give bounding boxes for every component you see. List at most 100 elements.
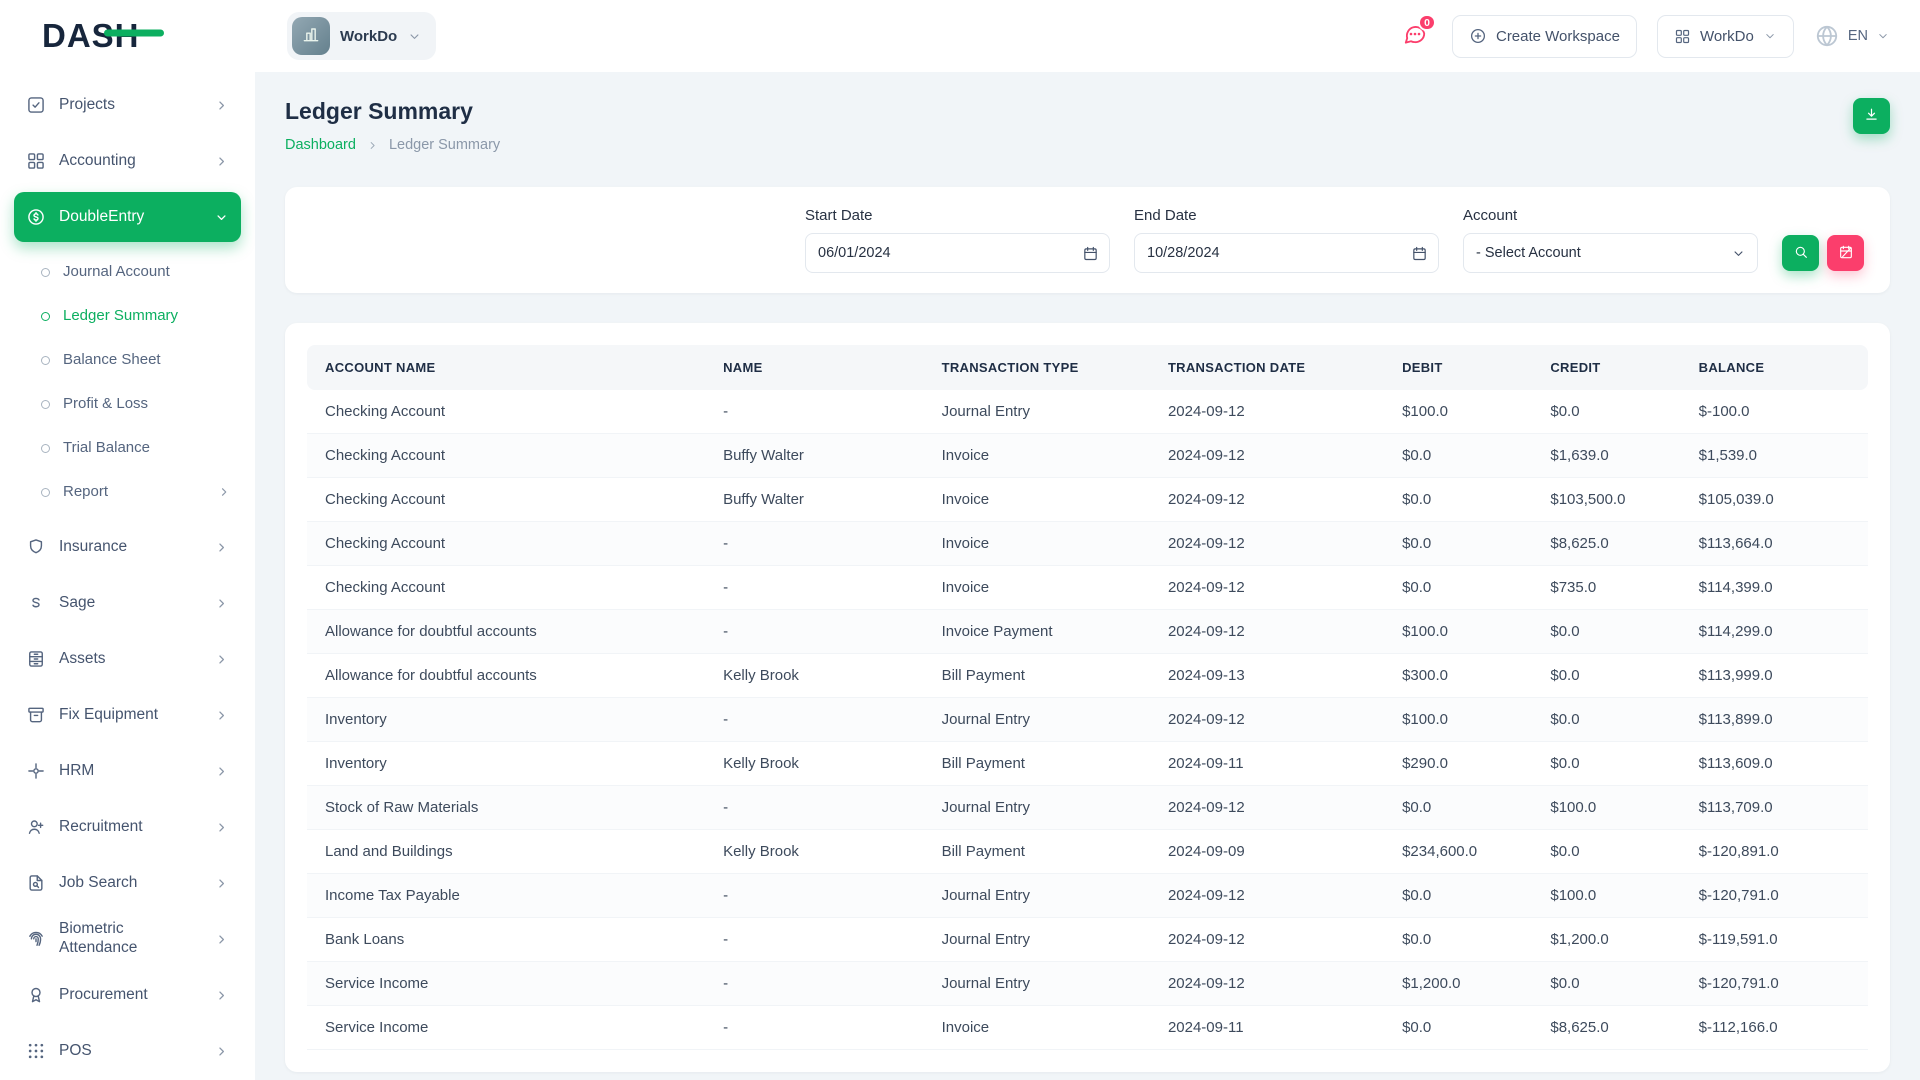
table-cell: Kelly Brook: [705, 654, 924, 698]
workspace-icon: [292, 17, 330, 55]
workspace-name: WorkDo: [340, 28, 397, 45]
sidebar-item-job-search[interactable]: Job Search: [14, 858, 241, 908]
table-cell: -: [705, 962, 924, 1006]
table-cell: $105,039.0: [1681, 478, 1868, 522]
sidebar-item-pos[interactable]: POS: [14, 1026, 241, 1076]
table-cell: $0.0: [1384, 918, 1532, 962]
sidebar-item-accounting[interactable]: Accounting: [14, 136, 241, 186]
table-cell: 2024-09-11: [1150, 1006, 1384, 1050]
table-cell: $-112,166.0: [1681, 1006, 1868, 1050]
chevron-right-icon: [214, 932, 229, 947]
sidebar-subitem-journal-account[interactable]: Journal Account: [14, 250, 241, 294]
breadcrumb-dashboard-link[interactable]: Dashboard: [285, 137, 356, 153]
main-content: Ledger Summary Dashboard Ledger Summary …: [255, 0, 1920, 1080]
sidebar-item-insurance[interactable]: Insurance: [14, 522, 241, 572]
sidebar-subitem-ledger-summary[interactable]: Ledger Summary: [14, 294, 241, 338]
search-icon: [1793, 244, 1809, 263]
globe-icon: [1814, 23, 1840, 49]
table-body: Checking Account-Journal Entry2024-09-12…: [307, 390, 1868, 1050]
s-curve-icon: [26, 593, 46, 613]
table-row: Allowance for doubtful accountsKelly Bro…: [307, 654, 1868, 698]
fingerprint-icon: [26, 929, 46, 949]
end-date-label: End Date: [1134, 207, 1439, 224]
table-cell: Journal Entry: [924, 874, 1150, 918]
sidebar-subitem-profit-loss[interactable]: Profit & Loss: [14, 382, 241, 426]
workspace-menu-button[interactable]: WorkDo: [1657, 15, 1794, 58]
sidebar-item-biometric-attendance[interactable]: Biometric Attendance: [14, 914, 241, 964]
table-cell: $1,200.0: [1384, 962, 1532, 1006]
user-plus-icon: [26, 817, 46, 837]
table-cell: $0.0: [1384, 522, 1532, 566]
reset-filter-button[interactable]: [1827, 235, 1864, 271]
sidebar-item-projects[interactable]: Projects: [14, 80, 241, 130]
sidebar-item-label: Fix Equipment: [59, 706, 201, 725]
create-workspace-button[interactable]: Create Workspace: [1452, 15, 1637, 58]
table-cell: Stock of Raw Materials: [307, 786, 705, 830]
table-row: Checking Account-Invoice2024-09-12$0.0$7…: [307, 566, 1868, 610]
download-button[interactable]: [1853, 98, 1890, 134]
end-date-wrap: [1134, 233, 1439, 273]
workspace-switcher[interactable]: WorkDo: [287, 12, 436, 60]
sidebar-subitem-report[interactable]: Report: [14, 470, 241, 514]
calendar-off-icon: [1838, 244, 1854, 263]
column-header-account-name: ACCOUNT NAME: [307, 345, 705, 390]
dots-grid-icon: [26, 1041, 46, 1061]
file-search-icon: [26, 873, 46, 893]
table-cell: $113,899.0: [1681, 698, 1868, 742]
sidebar-item-recruitment[interactable]: Recruitment: [14, 802, 241, 852]
start-date-input[interactable]: [805, 233, 1110, 273]
sidebar-item-label: HRM: [59, 762, 201, 781]
table-cell: $234,600.0: [1384, 830, 1532, 874]
grid-icon: [1674, 28, 1691, 45]
bullet-icon: [41, 400, 50, 409]
sidebar-subitem-trial-balance[interactable]: Trial Balance: [14, 426, 241, 470]
ledger-table-card: ACCOUNT NAMENAMETRANSACTION TYPETRANSACT…: [285, 323, 1890, 1072]
chevron-right-icon: [366, 139, 379, 152]
chevron-right-icon: [214, 596, 229, 611]
table-cell: -: [705, 522, 924, 566]
sidebar-item-fix-equipment[interactable]: Fix Equipment: [14, 690, 241, 740]
sidebar-subitem-balance-sheet[interactable]: Balance Sheet: [14, 338, 241, 382]
chevron-right-icon: [214, 652, 229, 667]
apply-filter-button[interactable]: [1782, 235, 1819, 271]
table-cell: Bill Payment: [924, 654, 1150, 698]
table-cell: $100.0: [1384, 610, 1532, 654]
table-cell: $290.0: [1384, 742, 1532, 786]
bullet-icon: [41, 356, 50, 365]
account-select[interactable]: - Select Account: [1464, 245, 1757, 261]
table-row: Checking AccountBuffy WalterInvoice2024-…: [307, 478, 1868, 522]
table-cell: $0.0: [1532, 390, 1680, 434]
table-cell: $1,200.0: [1532, 918, 1680, 962]
sidebar-item-sage[interactable]: Sage: [14, 578, 241, 628]
table-cell: 2024-09-12: [1150, 434, 1384, 478]
end-date-input[interactable]: [1134, 233, 1439, 273]
column-header-transaction-type: TRANSACTION TYPE: [924, 345, 1150, 390]
bullet-icon: [41, 488, 50, 497]
language-selector[interactable]: EN: [1814, 23, 1890, 49]
sidebar-item-label: Sage: [59, 594, 201, 613]
column-header-transaction-date: TRANSACTION DATE: [1150, 345, 1384, 390]
sidebar-subitem-label: Report: [63, 483, 204, 501]
sidebar-item-doubleentry[interactable]: DoubleEntry: [14, 192, 241, 242]
table-cell: Inventory: [307, 698, 705, 742]
table-row: Allowance for doubtful accounts-Invoice …: [307, 610, 1868, 654]
breadcrumb-current: Ledger Summary: [389, 137, 500, 153]
sidebar-item-assets[interactable]: Assets: [14, 634, 241, 684]
sidebar: Projects Accounting DoubleEntry Journal Acc…: [0, 72, 255, 1080]
sidebar-item-procurement[interactable]: Procurement: [14, 970, 241, 1020]
brand-logo[interactable]: DASH: [0, 17, 255, 55]
table-row: Inventory-Journal Entry2024-09-12$100.0$…: [307, 698, 1868, 742]
table-cell: Buffy Walter: [705, 434, 924, 478]
chevron-right-icon: [214, 98, 229, 113]
table-cell: 2024-09-09: [1150, 830, 1384, 874]
page-header: Ledger Summary Dashboard Ledger Summary: [285, 98, 1890, 153]
sidebar-item-hrm[interactable]: HRM: [14, 746, 241, 796]
table-cell: $100.0: [1384, 698, 1532, 742]
messages-button[interactable]: 0: [1398, 19, 1432, 53]
table-cell: Journal Entry: [924, 786, 1150, 830]
table-cell: $113,709.0: [1681, 786, 1868, 830]
top-header: DASH WorkDo 0 Create Workspace WorkDo EN: [0, 0, 1920, 72]
table-cell: -: [705, 786, 924, 830]
table-cell: $8,625.0: [1532, 522, 1680, 566]
table-cell: $-120,791.0: [1681, 962, 1868, 1006]
